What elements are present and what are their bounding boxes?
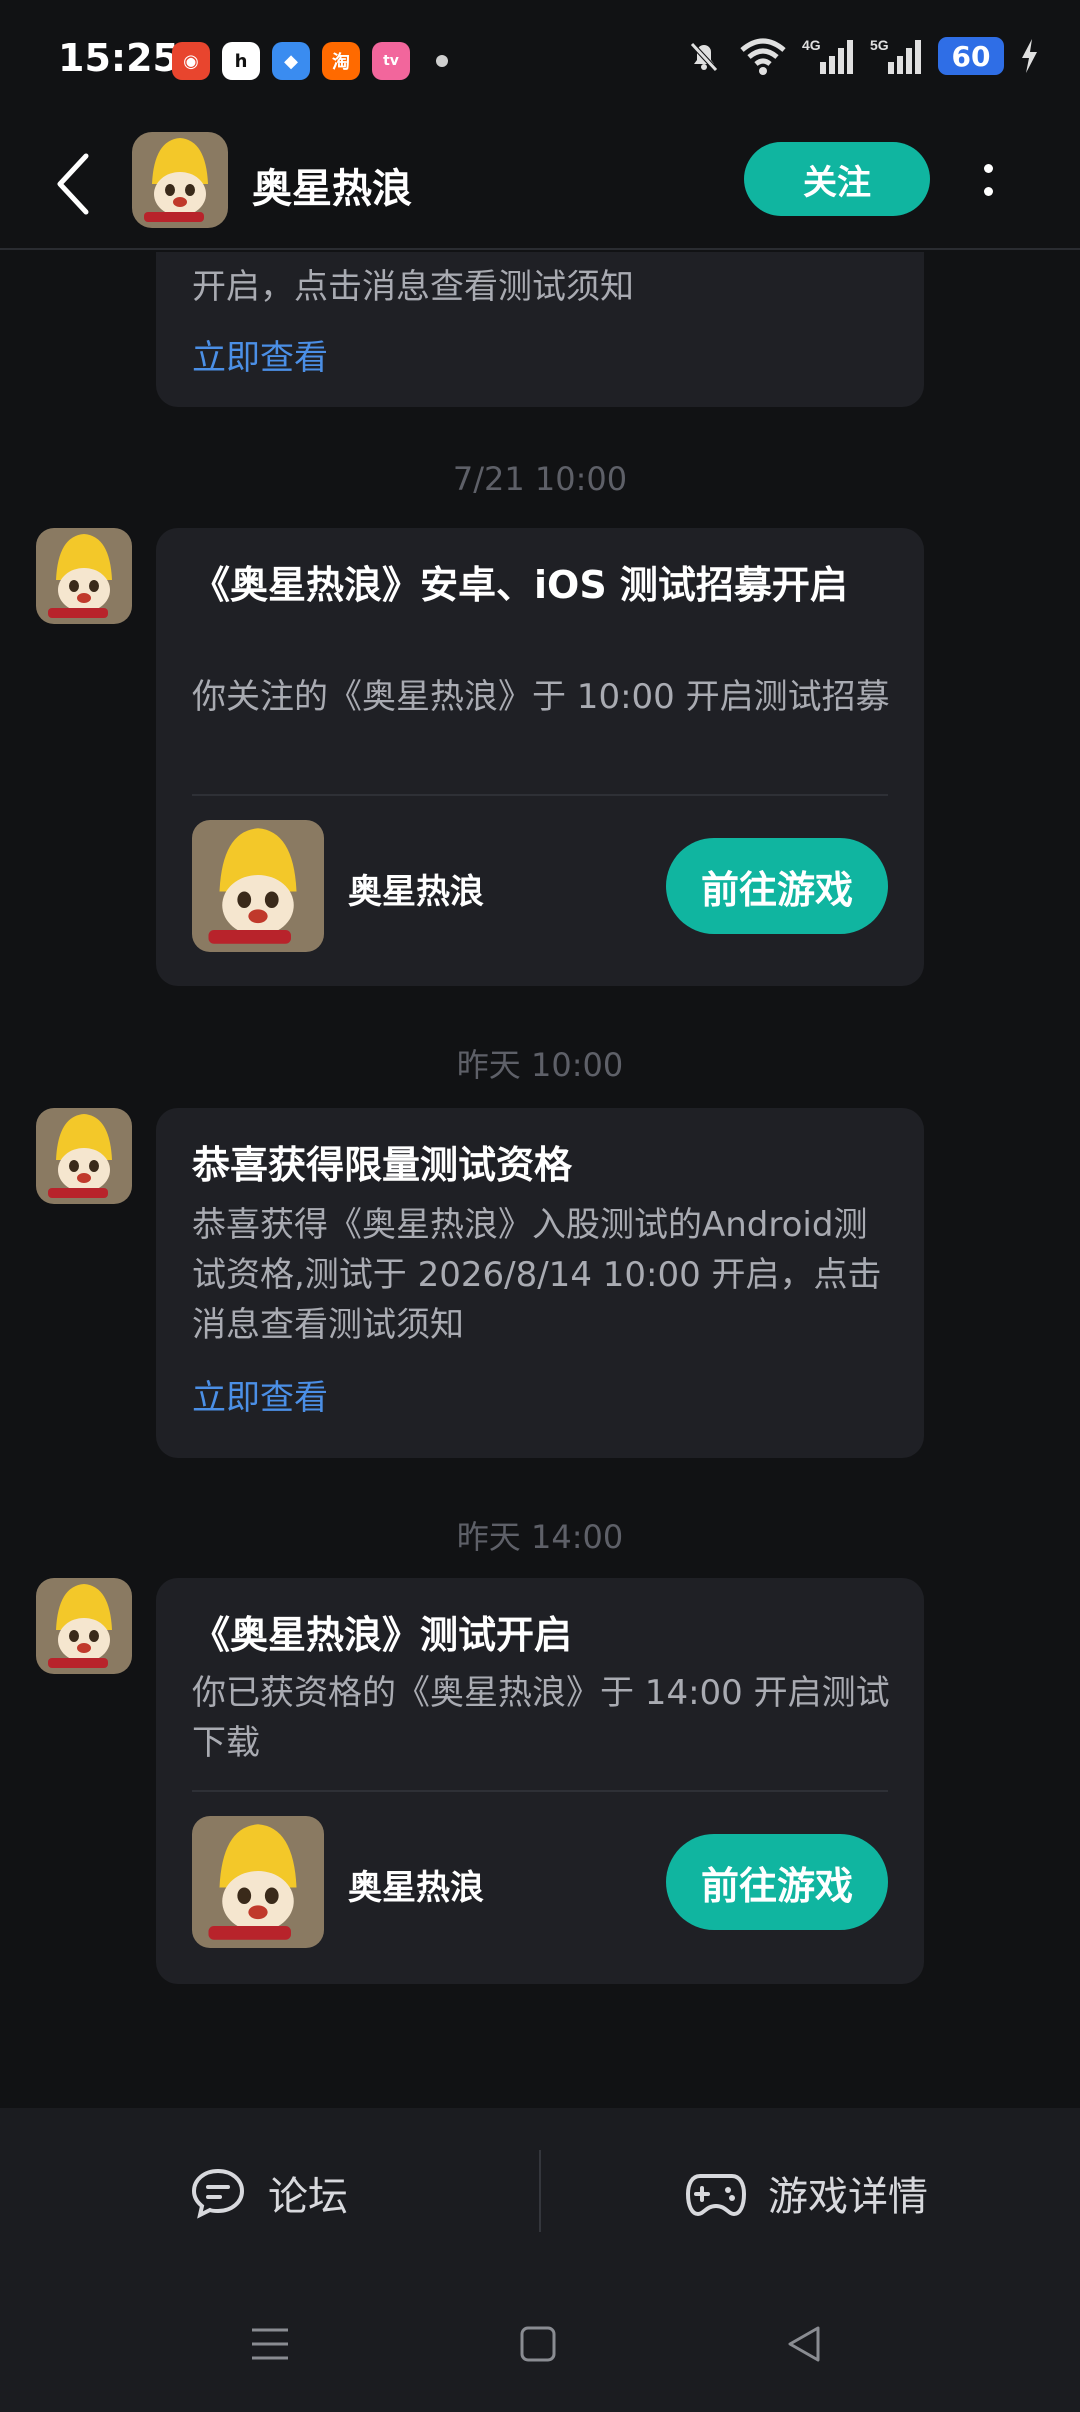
- status-app-icons: ◉ h ◆ 淘 tv: [172, 42, 448, 80]
- message-title: 《奥星热浪》安卓、iOS 测试招募开启: [192, 563, 848, 607]
- system-back-button[interactable]: [774, 2314, 834, 2374]
- recent-apps-button[interactable]: [240, 2314, 300, 2374]
- bottom-action-bar: 论坛 游戏详情: [0, 2108, 1080, 2278]
- game-details-tab[interactable]: 游戏详情: [686, 2108, 928, 2278]
- message-timestamp: 昨天 10:00: [456, 1046, 624, 1084]
- message-timestamp: 7/21 10:00: [452, 460, 628, 498]
- message-card: 开启，点击消息查看测试须知 立即查看: [156, 252, 924, 407]
- back-triangle-icon: [788, 2326, 820, 2362]
- message-title: 恭喜获得限量测试资格: [192, 1143, 573, 1187]
- message-card: 恭喜获得限量测试资格 恭喜获得《奥星热浪》入股测试的Android测试资格,测试…: [156, 1108, 924, 1458]
- sender-avatar[interactable]: [36, 1108, 132, 1204]
- charging-icon: [1022, 39, 1037, 73]
- go-to-game-button[interactable]: 前往游戏: [666, 1834, 888, 1930]
- status-indicators: 4G 5G 60: [684, 36, 1040, 76]
- chat-header: 奥星热浪 关注: [0, 120, 1080, 250]
- divider: [539, 2150, 541, 2232]
- view-now-link[interactable]: 立即查看: [192, 1370, 328, 1419]
- follow-button[interactable]: 关注: [744, 142, 930, 216]
- svg-text:4G: 4G: [802, 37, 821, 53]
- notification-app-icon: h: [222, 42, 260, 80]
- message-card: 《奥星热浪》测试开启 你已获资格的《奥星热浪》于 14:00 开启测试下载 奥星…: [156, 1578, 924, 1984]
- message-text: 开启，点击消息查看测试须知: [192, 267, 634, 307]
- forum-chat-icon: [191, 2168, 245, 2219]
- forum-tab[interactable]: 论坛: [190, 2108, 348, 2278]
- home-square-icon: [520, 2326, 556, 2362]
- game-icon[interactable]: [192, 820, 324, 952]
- game-name: 奥星热浪: [348, 872, 484, 912]
- battery-indicator: 60: [938, 37, 1004, 75]
- game-details-label: 游戏详情: [768, 2174, 928, 2220]
- message-text: 你已获资格的《奥星热浪》于 14:00 开启测试下载: [192, 1673, 890, 1763]
- divider: [192, 794, 888, 796]
- back-button[interactable]: [44, 144, 104, 224]
- bilibili-icon: tv: [372, 42, 410, 80]
- forum-label: 论坛: [268, 2174, 348, 2220]
- chevron-left-icon: [57, 153, 89, 215]
- more-notifications-dot: [436, 55, 448, 67]
- status-bar: 15:25 ◉ h ◆ 淘 tv 4G 5G 60: [0, 0, 1080, 120]
- notification-app-icon: ◉: [172, 42, 210, 80]
- svg-text:5G: 5G: [870, 37, 889, 53]
- wifi-icon: [740, 38, 786, 75]
- system-navigation-bar: [0, 2278, 1080, 2412]
- signal-5g-icon: 5G: [870, 37, 921, 74]
- message-timestamp: 昨天 14:00: [456, 1518, 624, 1556]
- more-dot: [983, 187, 993, 196]
- status-time: 15:25: [58, 36, 179, 80]
- more-dot: [983, 164, 993, 173]
- view-now-link[interactable]: 立即查看: [192, 330, 328, 379]
- message-text: 恭喜获得《奥星热浪》入股测试的Android测试资格,测试于 2026/8/14…: [192, 1205, 882, 1345]
- message-card: 《奥星热浪》安卓、iOS 测试招募开启 你关注的《奥星热浪》于 10:00 开启…: [156, 528, 924, 986]
- message-title: 《奥星热浪》测试开启: [192, 1613, 573, 1657]
- signal-4g-icon: 4G: [802, 37, 853, 74]
- mute-bell-icon: [690, 42, 718, 72]
- divider: [192, 1790, 888, 1792]
- message-text: 你关注的《奥星热浪》于 10:00 开启测试招募: [192, 677, 890, 717]
- game-name: 奥星热浪: [348, 1868, 484, 1908]
- more-options-button[interactable]: [968, 150, 1008, 210]
- notification-app-icon: ◆: [272, 42, 310, 80]
- sender-avatar[interactable]: [36, 1578, 132, 1674]
- header-title: 奥星热浪: [252, 166, 412, 212]
- home-button[interactable]: [508, 2314, 568, 2374]
- gamepad-icon: [686, 2174, 746, 2217]
- game-icon[interactable]: [192, 1816, 324, 1948]
- game-avatar[interactable]: [132, 132, 228, 228]
- sender-avatar[interactable]: [36, 528, 132, 624]
- menu-lines-icon: [252, 2328, 288, 2360]
- taobao-icon: 淘: [322, 42, 360, 80]
- message-list[interactable]: 开启，点击消息查看测试须知 立即查看 7/21 10:00 《奥星热浪》安卓、i…: [0, 252, 1080, 2107]
- go-to-game-button[interactable]: 前往游戏: [666, 838, 888, 934]
